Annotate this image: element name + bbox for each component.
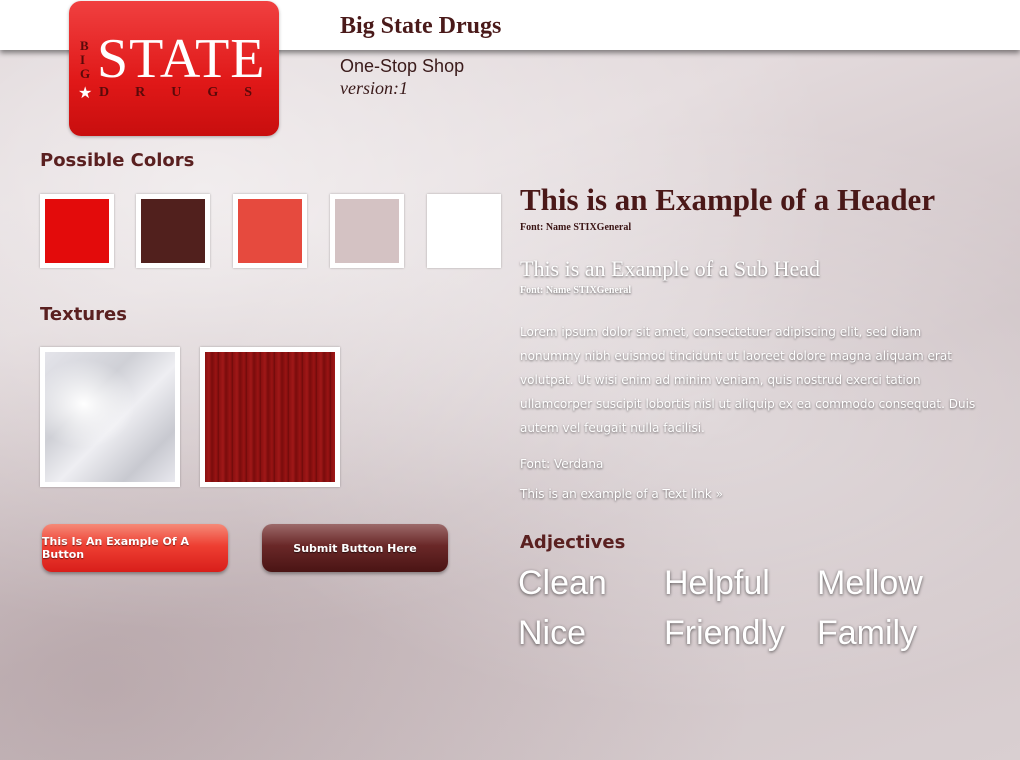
red-wood-texture	[200, 347, 340, 487]
header-example: This is an Example of a Header	[520, 182, 936, 217]
adjective-clean: Clean	[518, 564, 607, 602]
adjective-family: Family	[817, 614, 918, 652]
adjective-mellow: Mellow	[817, 564, 923, 602]
subhead-example: This is an Example of a Sub Head	[520, 256, 820, 281]
site-title: Big State Drugs	[340, 13, 502, 39]
color-swatch-white	[427, 194, 501, 268]
lorem-paragraph: Lorem ipsum dolor sit amet, consectetuer…	[520, 325, 976, 435]
big-state-drugs-logo[interactable]: B I G STATE ★ DRUGS	[69, 1, 279, 136]
example-button[interactable]: This Is An Example Of A Button	[42, 524, 228, 572]
version-label: version:1	[340, 78, 408, 98]
adjective-helpful: Helpful	[664, 564, 770, 602]
adjective-nice: Nice	[518, 614, 587, 652]
color-swatch-coral	[233, 194, 307, 268]
color-swatch-mauve	[330, 194, 404, 268]
star-icon: ★	[78, 85, 93, 102]
textures-heading: Textures	[40, 304, 127, 325]
body-font-note: Font: Verdana	[520, 457, 604, 471]
color-swatch-brown	[136, 194, 210, 268]
adjectives-heading: Adjectives	[520, 532, 626, 553]
logo-big-text: B I G	[80, 38, 91, 81]
example-text-link[interactable]: This is an example of a Text link »	[520, 487, 723, 501]
subhead-font-note: Font: Name STIXGeneral	[520, 285, 632, 296]
header-font-note: Font: Name STIXGeneral	[520, 222, 632, 233]
logo-drugs-text: DRUGS	[99, 85, 279, 100]
logo-state-text: STATE	[97, 28, 266, 90]
adjective-friendly: Friendly	[664, 614, 785, 652]
possible-colors-heading: Possible Colors	[40, 150, 195, 171]
site-subtitle: One-Stop Shop	[340, 56, 465, 76]
white-cloth-texture	[40, 347, 180, 487]
color-swatch-red	[40, 194, 114, 268]
submit-button[interactable]: Submit Button Here	[262, 524, 448, 572]
